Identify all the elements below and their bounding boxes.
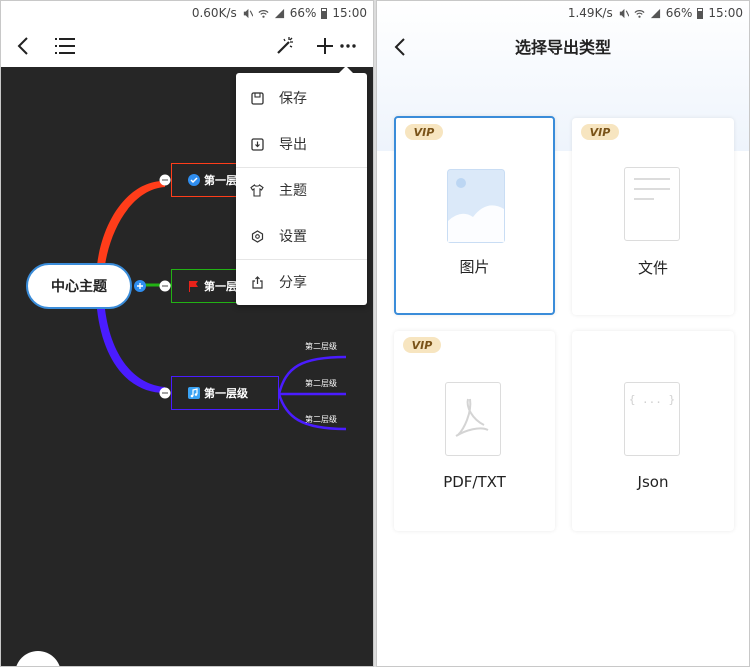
sub-node-3[interactable]: 第二层级 xyxy=(305,414,337,425)
vip-badge: VIP xyxy=(403,337,441,353)
center-topic-node[interactable]: 中心主题 xyxy=(26,263,132,309)
collapse-icon[interactable] xyxy=(159,280,171,292)
wifi-icon xyxy=(258,9,269,18)
menu-item-settings[interactable]: 设置 xyxy=(236,213,367,259)
battery-percent: 66% xyxy=(289,6,317,20)
outline-list-icon[interactable] xyxy=(51,33,79,59)
clock: 15:00 xyxy=(332,6,367,20)
menu-item-theme-label: 主题 xyxy=(279,183,307,199)
share-icon xyxy=(250,275,264,289)
branch-node-3-label: 第一层级 xyxy=(204,387,248,400)
export-type-screen: 1.49K/s 66% 15:00 选择导出类型 VIP 图片 VIP 文件 V… xyxy=(376,0,750,667)
signal-icon xyxy=(650,8,660,18)
menu-item-share[interactable]: 分享 xyxy=(236,259,367,305)
theme-shirt-icon xyxy=(250,183,264,197)
battery-icon xyxy=(321,7,328,19)
page-title: 选择导出类型 xyxy=(514,38,611,57)
status-bar: 1.49K/s 66% 15:00 xyxy=(377,1,749,25)
vip-badge: VIP xyxy=(405,124,443,140)
mindmap-editor-screen: 0.60K/s 66% 15:00 第一层 第一层 第一层级 第二层级 第二层级… xyxy=(0,0,374,667)
export-card-document-label: 文件 xyxy=(637,259,668,277)
mute-icon xyxy=(243,8,253,18)
add-child-icon[interactable] xyxy=(134,280,146,292)
mute-icon xyxy=(619,8,629,18)
export-card-pdf-txt[interactable]: VIP PDF/TXT xyxy=(394,331,555,531)
menu-item-export-label: 导出 xyxy=(279,137,307,153)
check-circle-icon xyxy=(188,174,200,186)
wifi-icon xyxy=(634,9,645,18)
magic-wand-icon[interactable] xyxy=(271,33,299,59)
more-options-menu: 保存 导出 主题 设置 分享 xyxy=(236,66,367,305)
vip-badge: VIP xyxy=(581,124,619,140)
menu-item-save[interactable]: 保存 xyxy=(236,75,367,121)
collapse-icon[interactable] xyxy=(159,174,171,186)
menu-item-settings-label: 设置 xyxy=(279,229,307,245)
pdf-file-icon xyxy=(445,382,501,456)
save-icon xyxy=(250,91,264,105)
editor-toolbar xyxy=(1,25,373,67)
export-card-json-label: Json xyxy=(637,473,669,491)
export-card-image-label: 图片 xyxy=(459,258,490,276)
sub-node-1[interactable]: 第二层级 xyxy=(305,341,337,352)
branch-node-1-label: 第一层 xyxy=(204,174,237,187)
network-speed: 1.49K/s xyxy=(567,6,613,20)
export-card-pdf-txt-label: PDF/TXT xyxy=(443,473,506,491)
export-icon xyxy=(250,137,264,151)
battery-icon xyxy=(697,7,704,19)
back-icon[interactable] xyxy=(9,33,37,59)
json-glyph: { ... } xyxy=(628,393,676,406)
status-bar: 0.60K/s 66% 15:00 xyxy=(1,1,373,25)
branch-node-3[interactable]: 第一层级 xyxy=(171,376,279,410)
battery-percent: 66% xyxy=(665,6,693,20)
more-options-icon[interactable] xyxy=(334,33,362,59)
sub-node-2[interactable]: 第二层级 xyxy=(305,378,337,389)
image-file-icon xyxy=(447,169,505,243)
menu-item-share-label: 分享 xyxy=(279,275,307,291)
export-card-document[interactable]: VIP 文件 xyxy=(572,118,734,315)
menu-item-export[interactable]: 导出 xyxy=(236,121,367,167)
json-file-icon: { ... } xyxy=(624,382,680,456)
network-speed: 0.60K/s xyxy=(191,6,237,20)
export-card-json[interactable]: { ... } Json xyxy=(572,331,734,531)
menu-item-save-label: 保存 xyxy=(279,91,307,107)
export-card-image[interactable]: VIP 图片 xyxy=(394,116,555,315)
clock: 15:00 xyxy=(708,6,743,20)
collapse-icon[interactable] xyxy=(159,387,171,399)
red-flag-icon xyxy=(188,280,200,292)
settings-icon xyxy=(250,229,264,243)
music-note-icon xyxy=(188,387,200,399)
document-file-icon xyxy=(624,167,680,241)
branch-node-2-label: 第一层 xyxy=(204,280,237,293)
signal-icon xyxy=(274,8,284,18)
menu-item-theme[interactable]: 主题 xyxy=(236,167,367,213)
